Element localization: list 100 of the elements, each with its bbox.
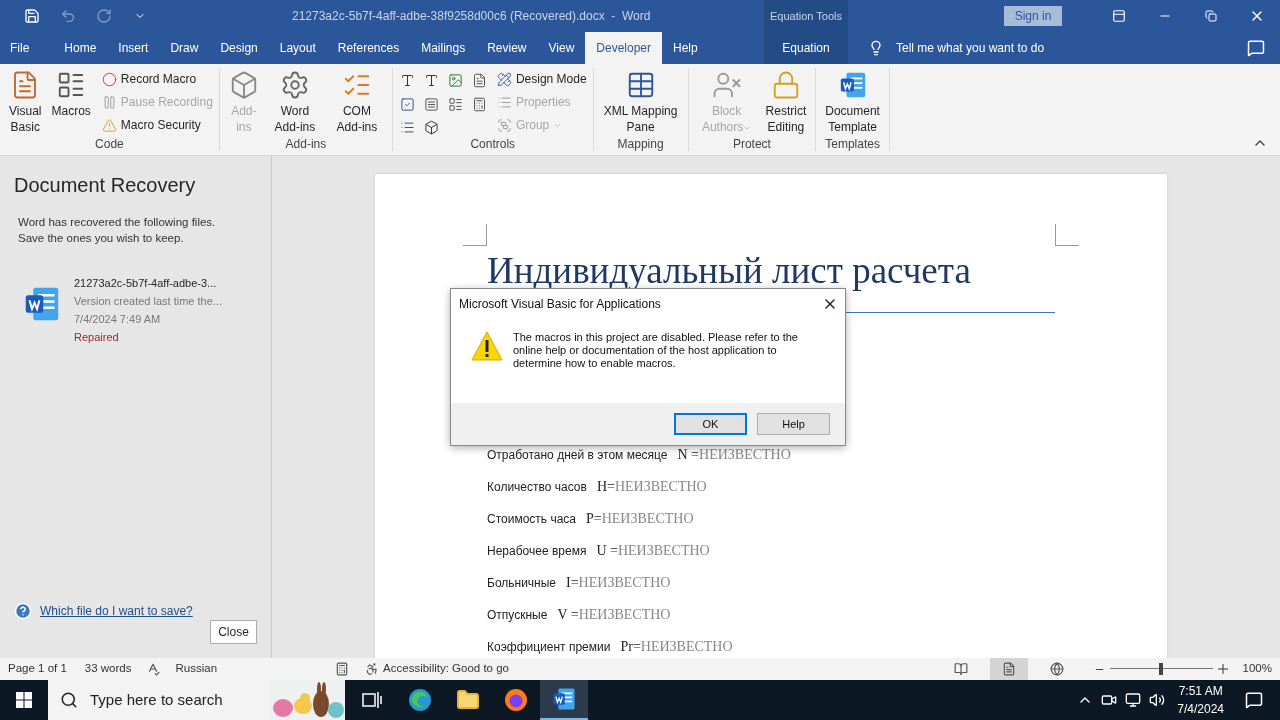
dropdown-list-icon [448,96,464,112]
zoom-slider[interactable] [1109,663,1213,675]
field-label: Отпускные [487,607,548,623]
ribbon-tab[interactable]: Help [662,32,709,64]
warning-icon [471,331,503,361]
picture-control-icon [448,73,464,88]
zoom-level[interactable]: 100% [1242,660,1272,678]
list-icon [496,94,512,110]
ribbon-button[interactable]: Word Add-ins [265,68,324,137]
camera-icon[interactable] [1101,692,1118,708]
read-mode-icon [953,662,968,676]
ribbon-button[interactable]: Restrict Editing [762,68,810,137]
group-label: Mapping [616,137,665,151]
windows-logo-icon [16,692,32,708]
ribbon-button[interactable]: XML Mapping Pane [599,68,682,137]
zoom-thumb[interactable] [1159,663,1164,675]
field-value: I=НЕИЗВЕСТНО [566,575,671,591]
field-label: Отработано дней в этом месяце [487,447,668,463]
ribbon-tab[interactable]: Mailings [410,32,477,64]
picture-control-button[interactable] [446,72,465,89]
file-date: 7/4/2024 7:49 AM [74,312,162,327]
warning-icon [101,117,117,133]
field-label: Нерабочее время [487,543,587,559]
ribbon-tab[interactable]: Equation [764,32,848,64]
word-app-button[interactable] [540,680,588,720]
text-control-icon [400,73,416,88]
file-detail: Version created last time the... [74,294,222,309]
accessibility-icon [365,662,380,676]
file-name[interactable]: 21273a2c-5b7f-4aff-adbe-3... [74,274,222,292]
ribbon-button[interactable]: Design Mode [496,70,587,88]
ribbon-tab[interactable]: Review [476,32,538,64]
comment-icon [1247,39,1265,57]
group-label: Controls [469,137,517,151]
field-label: Больничные [487,575,557,591]
notification-icon [1245,691,1263,709]
lightbulb-icon [868,40,884,56]
group-label: Code [94,137,125,151]
fox-browser-icon [504,688,528,712]
field-value: P=НЕИЗВЕСТНО [586,511,694,527]
pause-icon [101,94,117,110]
help-link[interactable]: Which file do I want to save? [40,602,193,620]
browser-icon [408,688,432,712]
group-label: Templates [824,137,881,151]
checkbox-control-button[interactable] [398,95,417,113]
tell-me-field[interactable]: Tell me what you want to do [868,39,1096,57]
close-pane-button[interactable]: Close [210,620,257,644]
word-count[interactable]: 33 words [66,660,132,678]
ribbon-tab[interactable]: Design [209,32,269,64]
print-layout-button[interactable] [989,658,1028,680]
field-value: H=НЕИЗВЕСТНО [596,479,707,495]
pane-description: Word has recovered the following files. Save the ones you wish to keep. [17,215,217,246]
dialog-button[interactable]: OK [674,413,747,435]
undo-icon [60,8,76,24]
ribbon-button[interactable]: Visual Basic [6,68,45,137]
ribbon-tab[interactable]: View [537,32,586,64]
ribbon-tab[interactable]: Draw [159,32,210,64]
language[interactable]: Russian [159,660,218,678]
taskbar-search-field[interactable]: Type here to search [48,680,345,720]
ribbon-button[interactable]: Macro Security [101,116,213,134]
sign-in-button[interactable]: Sign in [1004,6,1062,26]
dialog-button[interactable]: Help [757,413,830,435]
save-icon [24,8,40,24]
pencil-ruler-icon [496,71,512,87]
accessibility-status[interactable]: Accessibility: Good to go [365,660,509,678]
ribbon-tab[interactable]: Insert [107,32,160,64]
record-icon [101,71,117,87]
combo-box-button[interactable] [422,95,441,113]
ribbon-tab[interactable]: References [326,32,411,64]
group-label: Add-ins [284,137,328,151]
dropdown-list-button[interactable] [446,95,465,113]
ribbon-display-icon [1112,9,1126,23]
field-label: Коэффициент премии [487,639,611,655]
field-value: Pr=НЕИЗВЕСТНО [620,639,733,655]
window-title: 21273a2c-5b7f-4aff-adbe-38f9258d00c6 (Recovered).docx - Word [292,8,651,25]
help-icon [14,602,32,620]
file-tab[interactable]: File [0,32,54,64]
field-value: V =НЕИЗВЕСТНО [557,607,671,623]
ribbon-tab[interactable]: Layout [268,32,327,64]
search-icon [60,691,78,709]
checkbox-control-icon [400,96,416,112]
volume-icon[interactable] [1149,692,1166,708]
dialog-title: Microsoft Visual Basic for Applications [459,296,661,313]
ribbon-button[interactable]: COM Add-ins [327,68,386,137]
ribbon-button[interactable]: Macros [48,68,94,137]
file-status: Repaired [74,330,120,345]
page-count[interactable]: Page 1 of 1 [0,660,67,678]
group-label: Protect [731,137,772,151]
zoom-in-button[interactable] [1216,661,1229,677]
margin-mark [1055,224,1079,246]
group-icon [496,117,512,133]
plus-icon [1217,664,1228,674]
field-value: N =НЕИЗВЕСТНО [677,447,791,463]
restore-icon [1205,10,1217,22]
ribbon-button[interactable]: Record Macro [101,70,213,88]
ribbon-button[interactable]: Document Template [822,68,883,137]
ribbon-tab[interactable]: Home [53,32,108,64]
ribbon-tab[interactable]: Developer [585,32,663,64]
clock[interactable]: 7:51 AM 7/4/2024 [1177,682,1224,718]
task-view-icon [362,691,382,709]
margin-mark [463,224,487,246]
